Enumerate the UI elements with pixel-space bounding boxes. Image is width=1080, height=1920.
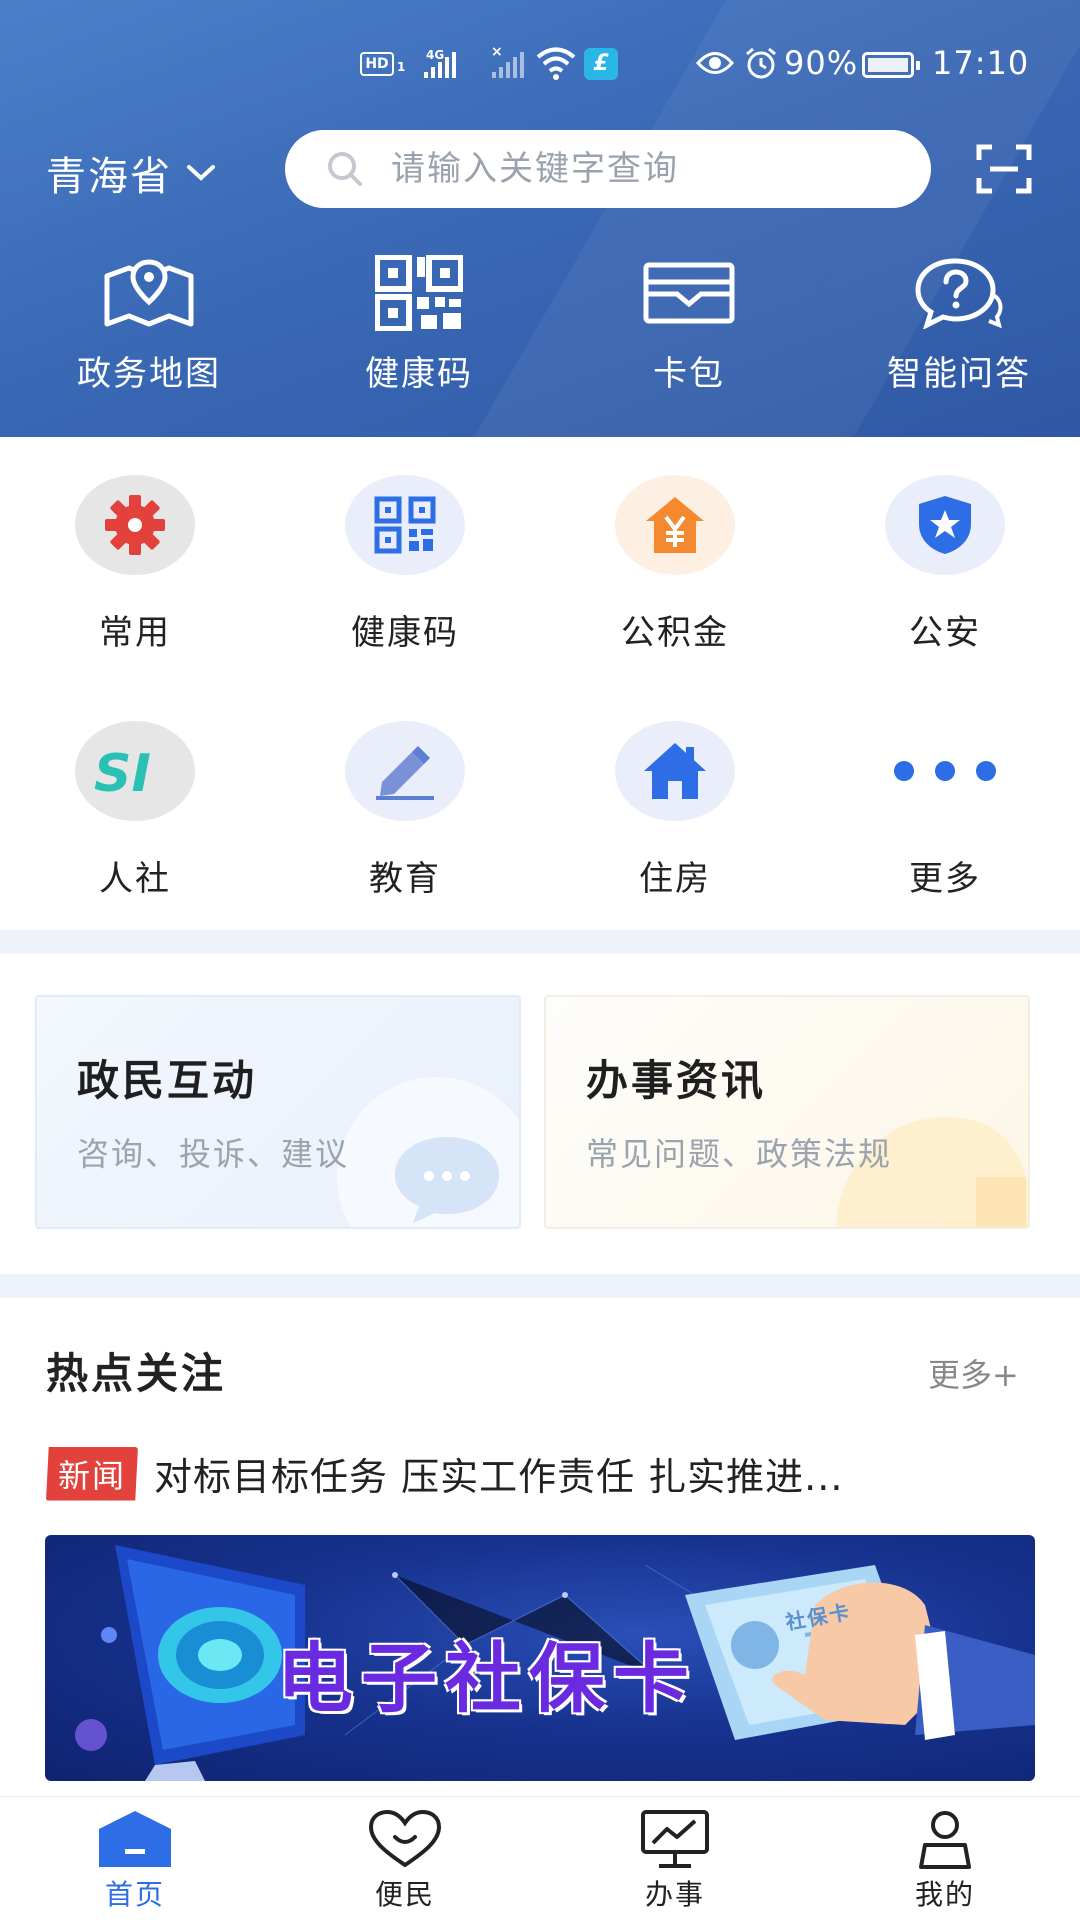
- battery-icon: [862, 52, 920, 78]
- svg-text:SI: SI: [94, 745, 151, 797]
- hot-section-title: 热点关注: [46, 1349, 227, 1398]
- home-icon: [99, 1811, 171, 1867]
- police-shield-icon: [919, 496, 971, 554]
- tab-mine[interactable]: 我的: [810, 1797, 1080, 1920]
- eye-comfort-icon: [696, 52, 734, 74]
- service-label: 健康码: [351, 613, 459, 653]
- tab-label: 便民: [374, 1878, 435, 1911]
- service-icon-bg: [615, 475, 735, 575]
- house-fund-icon: [646, 497, 704, 553]
- card-subtitle: 咨询、投诉、建议: [77, 1135, 350, 1173]
- wifi-icon: [536, 47, 576, 80]
- gear-icon: [105, 495, 165, 555]
- quick-gov-map[interactable]: 政务地图: [28, 252, 270, 402]
- chevron-down-icon: [187, 165, 215, 181]
- tab-label: 我的: [914, 1878, 975, 1911]
- service-more[interactable]: 更多: [810, 706, 1080, 952]
- service-housing[interactable]: 住房: [540, 706, 810, 952]
- app-notification-icon: £: [584, 48, 618, 80]
- service-icon-bg: SI: [75, 721, 195, 821]
- search-input[interactable]: [391, 149, 871, 189]
- sim-slot-label: 1: [397, 60, 406, 74]
- bottom-tab-bar: 首页 便民 办事 我的: [0, 1796, 1080, 1920]
- signal-icon: [424, 50, 456, 78]
- heart-smile-icon: [368, 1809, 442, 1868]
- news-text: 对标目标任务 压实工作责任 扎实推进...: [154, 1455, 844, 1499]
- quick-card-wallet[interactable]: 卡包: [568, 252, 810, 402]
- service-icon-bg: [75, 475, 195, 575]
- tab-label: 办事: [644, 1878, 705, 1911]
- card-service-info[interactable]: 办事资讯 常见问题、政策法规: [544, 995, 1030, 1229]
- pencil-icon: [376, 746, 434, 800]
- service-police[interactable]: 公安: [810, 460, 1080, 706]
- service-housing-fund[interactable]: 公积金: [540, 460, 810, 706]
- service-label: 常用: [99, 613, 171, 653]
- service-label: 教育: [369, 859, 441, 899]
- user-icon: [919, 1811, 971, 1869]
- clock: 17:10: [932, 44, 1030, 82]
- section-divider: [0, 1274, 1080, 1298]
- house-icon: [644, 743, 706, 799]
- service-common[interactable]: 常用: [0, 460, 270, 706]
- service-icon-bg: [615, 721, 735, 821]
- hd-badge: HD: [360, 52, 394, 76]
- service-icon-bg: [885, 475, 1005, 575]
- social-security-card-banner[interactable]: 电子社保卡 社保卡: [45, 1535, 1035, 1781]
- quick-label: 健康码: [365, 354, 473, 394]
- map-pin-icon: [104, 259, 194, 327]
- battery-percent: 90%: [784, 44, 859, 82]
- service-icon-bg: [345, 475, 465, 575]
- quick-health-code[interactable]: 健康码: [298, 252, 540, 402]
- signal-2-icon: [492, 50, 524, 78]
- quick-label: 卡包: [653, 354, 725, 394]
- service-icon-bg: [885, 721, 1005, 821]
- status-bar: HD 1 4G × £ 90% 17:10: [0, 42, 1080, 88]
- qr-code-icon: [374, 496, 436, 554]
- service-social-security[interactable]: SI 人社: [0, 706, 270, 952]
- banner-title: 电子社保卡: [277, 1634, 697, 1723]
- alarm-icon: [746, 47, 776, 79]
- tab-affairs[interactable]: 办事: [540, 1797, 810, 1920]
- service-label: 公安: [909, 613, 981, 653]
- hot-more-link[interactable]: 更多+: [928, 1350, 1019, 1396]
- card-wallet-icon: [643, 262, 735, 324]
- service-label: 人社: [99, 859, 171, 899]
- header: HD 1 4G × £ 90% 17:10 青海省 请输入关键字查询 政务地图 …: [0, 0, 1080, 437]
- news-badge: 新闻: [46, 1446, 139, 1501]
- region-label: 青海省: [46, 154, 172, 200]
- service-icon-bg: [345, 721, 465, 821]
- question-bubble-icon: [915, 258, 1003, 329]
- tab-label: 首页: [104, 1878, 165, 1911]
- service-health-code[interactable]: 健康码: [270, 460, 540, 706]
- section-divider: [0, 930, 1080, 954]
- news-headline[interactable]: 新闻 对标目标任务 压实工作责任 扎实推进...: [46, 1446, 1036, 1501]
- search-icon: [328, 152, 362, 186]
- tab-home[interactable]: 首页: [0, 1797, 270, 1920]
- card-title: 政民互动: [77, 1056, 258, 1105]
- quick-label: 智能问答: [887, 354, 1031, 394]
- search-box[interactable]: [285, 130, 931, 208]
- quick-label: 政务地图: [77, 354, 221, 394]
- service-label: 住房: [639, 859, 711, 899]
- quick-actions: 政务地图 健康码 卡包 智能问答: [0, 252, 1080, 402]
- qr-code-icon: [375, 255, 463, 331]
- service-label: 更多: [909, 859, 981, 899]
- tab-convenience[interactable]: 便民: [270, 1797, 540, 1920]
- service-grid: 常用 健康码 公积金 公安 SI 人社 教育 住房 更多: [0, 460, 1080, 952]
- region-selector[interactable]: 青海省: [46, 144, 216, 202]
- scan-icon[interactable]: [976, 144, 1032, 194]
- card-gov-interaction[interactable]: 政民互动 咨询、投诉、建议: [35, 995, 521, 1229]
- service-education[interactable]: 教育: [270, 706, 540, 952]
- monitor-chart-icon: [641, 1810, 709, 1868]
- card-subtitle: 常见问题、政策法规: [586, 1135, 893, 1173]
- service-label: 公积金: [621, 613, 729, 653]
- quick-smart-qa[interactable]: 智能问答: [838, 252, 1080, 402]
- more-dots-icon: [894, 761, 996, 781]
- si-logo-icon: SI: [94, 745, 151, 797]
- card-title: 办事资讯: [586, 1056, 767, 1105]
